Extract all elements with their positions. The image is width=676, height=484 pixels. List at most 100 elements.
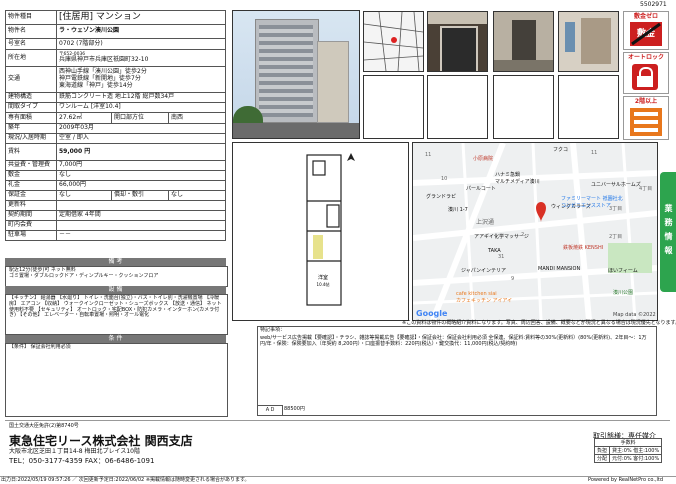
town-label: 町内会費 bbox=[5, 220, 57, 231]
room-label: 号室名 bbox=[5, 38, 57, 50]
hallway-photo bbox=[558, 11, 619, 72]
key-value: 66,000円 bbox=[56, 180, 226, 191]
map-label: ジャパンインテリア bbox=[461, 268, 507, 274]
floor-label: 2階以上 bbox=[634, 98, 658, 105]
deposit-label: 敷金 bbox=[5, 170, 57, 181]
print-info: 出力日:2022/05/19 09:57:26 ／ 次回更新予定日:2022/0… bbox=[1, 477, 250, 483]
map-label: パールコート bbox=[466, 186, 496, 192]
built-value: 2009年03月 bbox=[56, 123, 226, 134]
map-label: コンビニエンスストア bbox=[561, 203, 611, 209]
map-label: マルチメディア湊川 bbox=[495, 179, 540, 185]
layout-value: ワンルーム [洋室10.4] bbox=[56, 102, 226, 113]
type-label: 物件種目 bbox=[5, 10, 57, 25]
map-label: 31 bbox=[498, 254, 505, 260]
hosho-label: 保証金 bbox=[5, 190, 57, 201]
address-value: 兵庫県神戸市兵庫区祇園町32-10 bbox=[59, 56, 149, 64]
photo-slot bbox=[363, 75, 424, 139]
key-label: 礼金 bbox=[5, 180, 57, 191]
map-label: 3丁目 bbox=[609, 206, 623, 212]
spec-table: 物件種目 [住居用] マンション 物件名 ラ・ウェゾン湊川公園 号室名 0702 (7… bbox=[5, 10, 226, 241]
map-label: 湊川公園 bbox=[613, 290, 634, 296]
transit-label: 交通 bbox=[5, 66, 57, 93]
autolock-label: オートロック bbox=[627, 54, 664, 61]
orient-value: 南西 bbox=[168, 112, 226, 124]
photo-slot bbox=[493, 75, 554, 139]
remarks-box: 特記事項： web/サービス広告掲載【要確認】・チラシ、雑誌等掲載広告【要確認】… bbox=[257, 326, 657, 416]
map-label: ハナミ急鍋 bbox=[495, 172, 521, 178]
company-name: 東急住宅リース株式会社 関西支店 bbox=[9, 434, 193, 448]
orient-label: 開口部方位 bbox=[111, 112, 169, 124]
structure-label: 建物構造 bbox=[5, 92, 57, 103]
parking-value: －－ bbox=[56, 230, 226, 241]
business-info-tab[interactable]: 業務情報 bbox=[660, 172, 676, 292]
fee-value: 7,000円 bbox=[56, 160, 226, 171]
renew-value bbox=[56, 200, 226, 211]
map-label: 小原病院 bbox=[473, 156, 494, 162]
map-label: カフェキッチン アイアイ bbox=[456, 298, 513, 304]
building-photo bbox=[232, 10, 360, 139]
structure-value: 鉄筋コンクリート造 地上12階 総戸数34戸 bbox=[56, 92, 226, 103]
powered-by: Powered by RealNetPro co.,ltd bbox=[588, 477, 664, 483]
joken-head: 条 件 bbox=[5, 335, 226, 343]
compass-icon bbox=[347, 151, 355, 159]
transit-line: 東海道線「神戸」徒歩14分 bbox=[59, 81, 133, 89]
zero-deposit-badge: 敷金ゼロ 敷金 bbox=[623, 11, 669, 50]
shikibiki-label: 償却・敷引 bbox=[111, 190, 169, 201]
company-tel: TEL：050-3177-4359 FAX：06-6486-1091 bbox=[9, 457, 155, 465]
map-label: 11 bbox=[425, 152, 432, 158]
type-value: [住居用] マンション bbox=[56, 10, 226, 25]
biko-head: 備 考 bbox=[5, 258, 226, 266]
haibun-label: 分配 bbox=[593, 454, 611, 463]
map-label: 湊川 1-7 bbox=[448, 207, 468, 213]
lobby-photo bbox=[493, 11, 554, 72]
shikibiki-value: なし bbox=[168, 190, 226, 201]
doc-id: 5502971 bbox=[640, 1, 667, 8]
map-label: グランドラピ bbox=[426, 194, 457, 200]
deposit-value: なし bbox=[56, 170, 226, 181]
map-data-credit: Map data ©2022 bbox=[613, 312, 656, 318]
fee-head: 手数料 bbox=[593, 438, 663, 447]
photo-slot bbox=[558, 75, 619, 139]
town-value bbox=[56, 220, 226, 231]
map-label: ほいフィーム bbox=[608, 268, 638, 274]
google-logo: Google bbox=[416, 309, 448, 318]
map-label: ファミリーマート 祇園社北 bbox=[561, 196, 623, 202]
map-label: 9 bbox=[511, 276, 515, 282]
autolock-badge: オートロック bbox=[623, 52, 669, 94]
map-label: 2 bbox=[521, 232, 525, 238]
map-label: 4丁目 bbox=[639, 186, 653, 192]
status-label: 現況/入居時期 bbox=[5, 133, 57, 144]
building-floor-icon bbox=[630, 108, 662, 136]
rent-value: 59,000 円 bbox=[56, 143, 226, 161]
setsubi-text: 【キッチン】 給湯器 【水廻り】 トイレ・洗面台(独立)・バス・トイレ別・洗濯機… bbox=[5, 294, 228, 335]
room-value: 0702 (7階部分) bbox=[56, 38, 226, 50]
built-label: 築年 bbox=[5, 123, 57, 134]
name-label: 物件名 bbox=[5, 24, 57, 39]
map-label: 10 bbox=[441, 176, 448, 182]
mini-map-thumb bbox=[363, 11, 424, 72]
parking-label: 駐車場 bbox=[5, 230, 57, 241]
floor-plan: 洋室 10.4帖 bbox=[232, 142, 409, 321]
entrance-photo bbox=[427, 11, 488, 72]
futan-label: 負担 bbox=[593, 446, 611, 455]
name-value: ラ・ウェゾン湊川公園 bbox=[56, 24, 226, 39]
map-label: フクコ bbox=[553, 147, 569, 153]
lock-icon bbox=[632, 64, 658, 90]
upper-floor-badge: 2階以上 bbox=[623, 96, 669, 140]
joken-text: 【条件】 保証会社利用必須 bbox=[5, 343, 228, 417]
haibun-value: 元付:0% 客付:100% bbox=[609, 454, 663, 463]
map-label: ユニバーサルホームズ bbox=[591, 182, 641, 188]
area-map[interactable]: 小原病院 ハナミ急鍋 マルチメディア湊川 パールコート グランドラピ 湊川 1-… bbox=[412, 142, 658, 321]
zero-label: 敷金ゼロ bbox=[633, 13, 658, 20]
renew-label: 更新料 bbox=[5, 200, 57, 211]
address-label: 所在地 bbox=[5, 49, 57, 67]
license-number: 国土交通大臣免許(2)第8740号 bbox=[9, 423, 79, 429]
rent-label: 賃料 bbox=[5, 143, 57, 161]
photo-slot bbox=[427, 75, 488, 139]
biko-text: 駅近12分(徒歩)可 ネット無料 ゴミ置場・ダブルロックドア・ディンプルキー・ク… bbox=[5, 266, 228, 287]
map-label: 上沢通 bbox=[476, 219, 495, 226]
area-value: 27.62㎡ bbox=[56, 112, 112, 124]
status-value: 空室 / 即入 bbox=[56, 133, 226, 144]
hosho-value: なし bbox=[56, 190, 112, 201]
map-label: cafe kitchen siai bbox=[456, 291, 497, 297]
